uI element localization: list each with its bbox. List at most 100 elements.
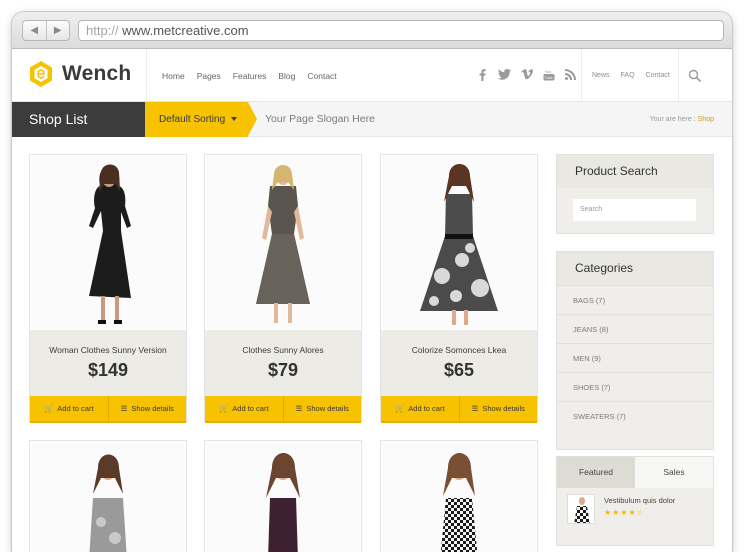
nav-blog[interactable]: Blog: [278, 71, 295, 81]
cart-icon: 🛒: [394, 404, 405, 413]
featured-thumbnail[interactable]: [567, 494, 595, 524]
facebook-icon[interactable]: [476, 68, 489, 81]
page-slogan: Your Page Slogan Here: [265, 113, 375, 125]
categories-widget: Categories BAGS (7) JEANS (8) MEN (9) SH…: [556, 251, 714, 450]
category-item[interactable]: JEANS (8): [557, 314, 713, 343]
browser-nav-buttons: ◀ ▶: [22, 20, 70, 41]
nav-contact[interactable]: Contact: [307, 71, 336, 81]
nav-features[interactable]: Features: [233, 71, 267, 81]
product-card: Clothes Sunny Alores $79 🛒 Add to cart ☰ S…: [204, 154, 362, 423]
category-item[interactable]: SWEATERS (7): [557, 401, 713, 430]
page-title: Shop List: [12, 102, 145, 137]
product-search-widget: Product Search Search: [556, 154, 714, 234]
breadcrumb-prefix: Your are here :: [649, 116, 696, 123]
brand-name: Wench: [62, 62, 132, 85]
add-to-cart-button[interactable]: 🛒 Add to cart: [30, 396, 109, 421]
product-image[interactable]: [31, 442, 185, 552]
svg-text:Tube: Tube: [544, 76, 552, 80]
forward-icon[interactable]: ▶: [47, 21, 70, 40]
sorting-dropdown[interactable]: Default Sorting: [145, 102, 257, 137]
add-to-cart-label: Add to cart: [57, 404, 94, 413]
add-to-cart-label: Add to cart: [232, 404, 269, 413]
category-item[interactable]: MEN (9): [557, 343, 713, 372]
product-info: Colorize Somonces Lkea $65: [381, 330, 537, 396]
site-header: Wench Home Pages Features Blog Contact Y…: [12, 49, 732, 102]
product-card: [204, 440, 362, 552]
product-actions: 🛒 Add to cart ☰ Show details: [30, 396, 186, 423]
nav-pages[interactable]: Pages: [197, 71, 221, 81]
header-divider: [678, 49, 679, 102]
product-name[interactable]: Woman Clothes Sunny Version: [30, 345, 186, 355]
featured-widget: Featured Sales Vestibulum quis dolor ★★★…: [556, 456, 714, 546]
cart-icon: 🛒: [43, 404, 54, 413]
url-protocol: http://: [86, 23, 119, 38]
breadcrumb: Your are here : Shop: [650, 102, 714, 137]
tab-featured[interactable]: Featured: [557, 457, 635, 488]
product-name[interactable]: Clothes Sunny Alores: [205, 345, 361, 355]
show-details-button[interactable]: ☰ Show details: [109, 396, 187, 421]
product-image[interactable]: [31, 156, 185, 329]
cart-icon: 🛒: [218, 404, 229, 413]
page-title-bar: Shop List Default Sorting Your Page Slog…: [12, 102, 732, 137]
featured-tabs: Featured Sales: [557, 457, 713, 488]
add-to-cart-button[interactable]: 🛒 Add to cart: [381, 396, 460, 421]
youtube-icon[interactable]: You Tube: [542, 68, 555, 81]
top-link-faq[interactable]: FAQ: [621, 72, 635, 79]
product-image[interactable]: [206, 442, 360, 552]
list-icon: ☰: [471, 404, 479, 413]
product-info: Clothes Sunny Alores $79: [205, 330, 361, 396]
top-links: News FAQ Contact: [592, 72, 681, 79]
logo[interactable]: Wench: [29, 60, 131, 88]
nav-home[interactable]: Home: [162, 71, 185, 81]
sorting-label: Default Sorting: [159, 114, 226, 125]
twitter-icon[interactable]: [498, 68, 511, 81]
browser-window: ◀ ▶ http:// www.metcreative.com Wench Ho…: [12, 12, 732, 552]
back-icon[interactable]: ◀: [23, 21, 47, 40]
address-bar[interactable]: http:// www.metcreative.com: [78, 20, 724, 41]
product-card: Colorize Somonces Lkea $65 🛒 Add to cart …: [380, 154, 538, 423]
add-to-cart-button[interactable]: 🛒 Add to cart: [205, 396, 284, 421]
featured-item-title[interactable]: Vestibulum quis dolor: [604, 496, 675, 505]
logo-hex-icon: [30, 61, 52, 87]
show-details-button[interactable]: ☰ Show details: [284, 396, 362, 421]
main-nav: Home Pages Features Blog Contact: [162, 71, 349, 81]
product-info: Woman Clothes Sunny Version $149: [30, 330, 186, 396]
search-input[interactable]: Search: [573, 199, 696, 221]
top-link-news[interactable]: News: [592, 72, 610, 79]
featured-item[interactable]: Vestibulum quis dolor ★★★★☆: [557, 488, 713, 530]
list-icon: ☰: [295, 404, 303, 413]
product-name[interactable]: Colorize Somonces Lkea: [381, 345, 537, 355]
vimeo-icon[interactable]: [520, 68, 533, 81]
product-actions: 🛒 Add to cart ☰ Show details: [381, 396, 537, 423]
add-to-cart-label: Add to cart: [408, 404, 445, 413]
top-link-contact[interactable]: Contact: [646, 72, 670, 79]
product-image[interactable]: [382, 156, 536, 329]
show-details-label: Show details: [306, 404, 349, 413]
caret-down-icon: [231, 117, 238, 122]
list-icon: ☰: [120, 404, 128, 413]
product-price: $79: [267, 360, 299, 380]
browser-toolbar: ◀ ▶ http:// www.metcreative.com: [12, 12, 732, 49]
rss-icon[interactable]: [564, 68, 577, 81]
product-image[interactable]: [206, 156, 360, 329]
tab-sales[interactable]: Sales: [635, 457, 713, 488]
product-image[interactable]: [382, 442, 536, 552]
breadcrumb-current[interactable]: Shop: [698, 116, 714, 123]
product-card: [29, 440, 187, 552]
product-card: Woman Clothes Sunny Version $149 🛒 Add to…: [29, 154, 187, 423]
url-host: www.metcreative.com: [122, 23, 249, 38]
social-links: You Tube: [476, 68, 577, 81]
show-details-button[interactable]: ☰ Show details: [460, 396, 538, 421]
rating-stars: ★★★★☆: [604, 508, 645, 517]
widget-title: Categories: [557, 252, 713, 285]
search-icon[interactable]: [688, 69, 702, 83]
product-card: [380, 440, 538, 552]
category-item[interactable]: SHOES (7): [557, 372, 713, 401]
header-divider: [581, 49, 582, 102]
category-item[interactable]: BAGS (7): [557, 285, 713, 314]
show-details-label: Show details: [131, 404, 174, 413]
svg-text:You: You: [544, 69, 551, 74]
show-details-label: Show details: [482, 404, 525, 413]
widget-title: Product Search: [557, 155, 713, 188]
product-price: $65: [443, 360, 475, 380]
